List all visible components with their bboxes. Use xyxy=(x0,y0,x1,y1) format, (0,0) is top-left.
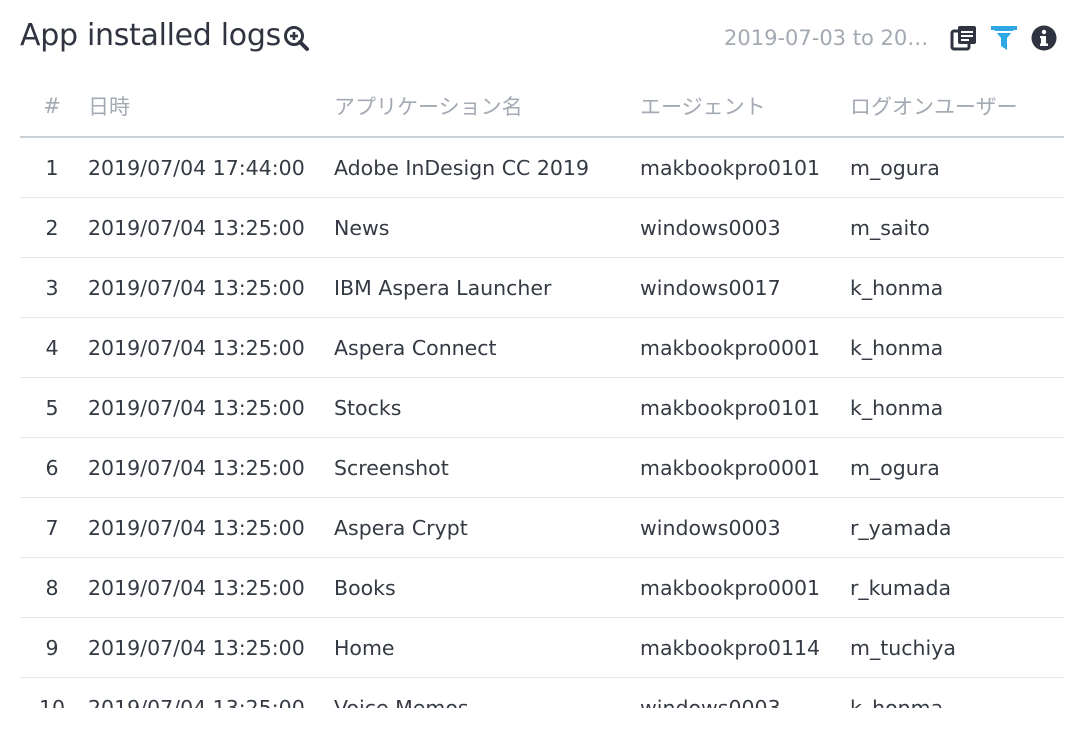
cell-application-name: Stocks xyxy=(334,377,640,438)
cell-index: 2 xyxy=(20,197,88,258)
cell-agent: windows0003 xyxy=(640,197,850,258)
cell-datetime: 2019/07/04 13:25:00 xyxy=(88,317,334,378)
zoom-icon[interactable] xyxy=(282,24,312,54)
cell-agent: makbookpro0101 xyxy=(640,377,850,438)
cell-logon-user: m_tuchiya xyxy=(850,617,1064,678)
cell-application-name: IBM Aspera Launcher xyxy=(334,257,640,318)
panel-header: App installed logs 2019-07-03 to 2019-07… xyxy=(20,14,1064,64)
table-row[interactable]: 8 2019/07/04 13:25:00 Books makbookpro0001 r… xyxy=(20,557,1064,618)
cell-application-name: Adobe InDesign CC 2019 xyxy=(334,137,640,198)
cell-logon-user: r_kumada xyxy=(850,557,1064,618)
cell-logon-user: k_honma xyxy=(850,317,1064,378)
cell-agent: makbookpro0001 xyxy=(640,437,850,498)
column-header-datetime[interactable]: 日時 xyxy=(88,76,334,138)
table-row[interactable]: 3 2019/07/04 13:25:00 IBM Aspera Launcher w… xyxy=(20,257,1064,318)
table-row[interactable]: 7 2019/07/04 13:25:00 Aspera Crypt windows0… xyxy=(20,497,1064,558)
cell-datetime: 2019/07/04 13:25:00 xyxy=(88,497,334,558)
cell-datetime: 2019/07/04 13:25:00 xyxy=(88,197,334,258)
cell-application-name: Aspera Crypt xyxy=(334,497,640,558)
cell-index: 8 xyxy=(20,557,88,618)
cell-index: 7 xyxy=(20,497,88,558)
date-range-picker[interactable]: 2019-07-03 to 2019-07-04 xyxy=(724,26,938,50)
cell-datetime: 2019/07/04 13:25:00 xyxy=(88,677,334,708)
cell-datetime: 2019/07/04 13:25:00 xyxy=(88,437,334,498)
table-row[interactable]: 2 2019/07/04 13:25:00 News windows0003 m_sai… xyxy=(20,197,1064,258)
table-row[interactable]: 10 2019/07/04 13:25:00 Voice Memos windows0… xyxy=(20,677,1064,708)
cell-agent: makbookpro0001 xyxy=(640,557,850,618)
cell-agent: windows0003 xyxy=(640,497,850,558)
cell-application-name: Voice Memos xyxy=(334,677,640,708)
cell-application-name: Screenshot xyxy=(334,437,640,498)
column-header-index[interactable]: # xyxy=(20,76,88,138)
cell-index: 5 xyxy=(20,377,88,438)
cell-datetime: 2019/07/04 13:25:00 xyxy=(88,257,334,318)
cell-datetime: 2019/07/04 13:25:00 xyxy=(88,557,334,618)
page-title: App installed logs xyxy=(20,18,281,53)
filter-icon[interactable] xyxy=(990,24,1018,52)
table-row[interactable]: 6 2019/07/04 13:25:00 Screenshot makbookpro… xyxy=(20,437,1064,498)
logs-table-container[interactable]: # 日時 アプリケーション名 エージェント ログオンユーザー 1 2019/07/… xyxy=(20,76,1064,708)
table-row[interactable]: 1 2019/07/04 17:44:00 Adobe InDesign CC 20… xyxy=(20,137,1064,198)
cell-index: 3 xyxy=(20,257,88,318)
cell-logon-user: m_ogura xyxy=(850,437,1064,498)
cell-application-name: News xyxy=(334,197,640,258)
cell-index: 6 xyxy=(20,437,88,498)
table-row[interactable]: 9 2019/07/04 13:25:00 Home makbookpro0114 m_… xyxy=(20,617,1064,678)
cell-logon-user: m_saito xyxy=(850,197,1064,258)
cell-logon-user: k_honma xyxy=(850,377,1064,438)
cell-datetime: 2019/07/04 13:25:00 xyxy=(88,377,334,438)
logs-table: # 日時 アプリケーション名 エージェント ログオンユーザー 1 2019/07/… xyxy=(20,76,1064,708)
cell-datetime: 2019/07/04 17:44:00 xyxy=(88,137,334,198)
column-header-agent[interactable]: エージェント xyxy=(640,76,850,138)
cell-logon-user: k_honma xyxy=(850,677,1064,708)
cell-datetime: 2019/07/04 13:25:00 xyxy=(88,617,334,678)
cell-agent: makbookpro0101 xyxy=(640,137,850,198)
cell-application-name: Books xyxy=(334,557,640,618)
table-row[interactable]: 4 2019/07/04 13:25:00 Aspera Connect makboo… xyxy=(20,317,1064,378)
cell-logon-user: k_honma xyxy=(850,257,1064,318)
column-header-logon-user[interactable]: ログオンユーザー xyxy=(850,76,1064,138)
cell-agent: windows0003 xyxy=(640,677,850,708)
cell-index: 9 xyxy=(20,617,88,678)
cell-index: 10 xyxy=(20,677,88,708)
cell-application-name: Home xyxy=(334,617,640,678)
info-icon[interactable] xyxy=(1030,24,1058,52)
cell-agent: makbookpro0114 xyxy=(640,617,850,678)
copy-icon[interactable] xyxy=(950,24,978,52)
cell-index: 4 xyxy=(20,317,88,378)
cell-logon-user: r_yamada xyxy=(850,497,1064,558)
table-header: # 日時 アプリケーション名 エージェント ログオンユーザー xyxy=(20,76,1064,138)
cell-logon-user: m_ogura xyxy=(850,137,1064,198)
column-header-application-name[interactable]: アプリケーション名 xyxy=(334,76,640,138)
cell-index: 1 xyxy=(20,137,88,198)
cell-application-name: Aspera Connect xyxy=(334,317,640,378)
table-body: 1 2019/07/04 17:44:00 Adobe InDesign CC 20… xyxy=(20,137,1064,708)
table-row[interactable]: 5 2019/07/04 13:25:00 Stocks makbookpro0101… xyxy=(20,377,1064,438)
cell-agent: windows0017 xyxy=(640,257,850,318)
cell-agent: makbookpro0001 xyxy=(640,317,850,378)
